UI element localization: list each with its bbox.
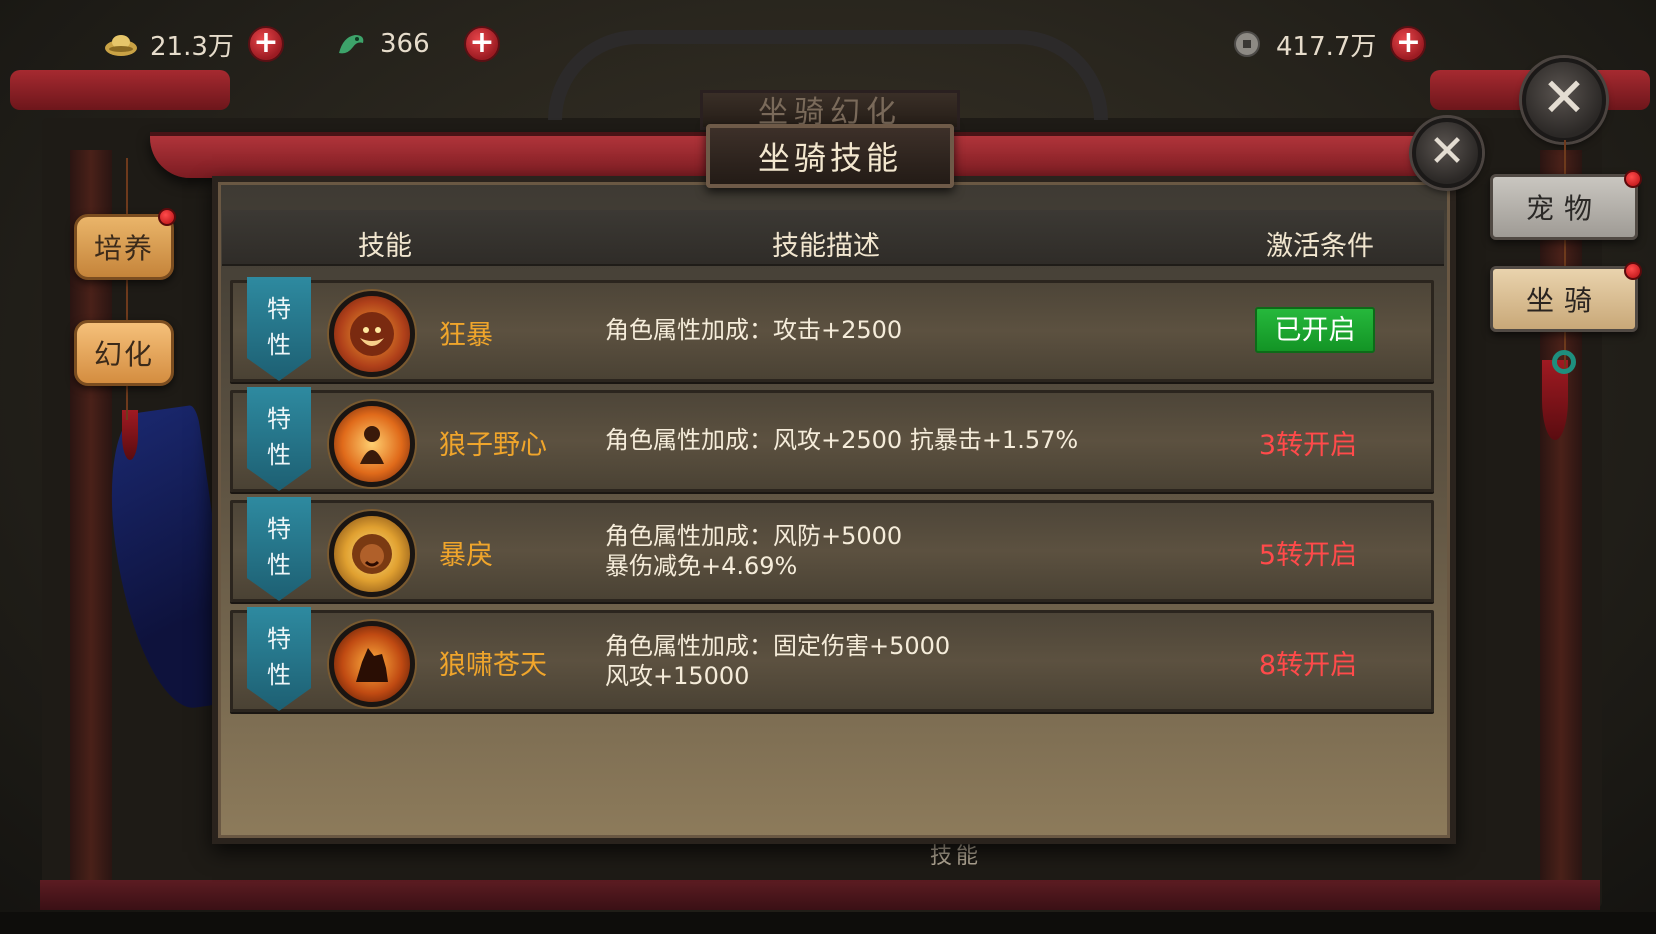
cultivate-red-dot xyxy=(158,208,176,226)
skill-description: 角色属性加成：攻击+2500 xyxy=(605,315,902,345)
trait-tag-char: 性 xyxy=(267,441,291,469)
outer-close-button[interactable]: ✕ xyxy=(1522,58,1606,142)
trait-tag-char: 性 xyxy=(267,551,291,579)
howling-wolf-icon[interactable] xyxy=(329,621,415,707)
skill-name: 暴戾 xyxy=(439,540,493,571)
close-icon: ✕ xyxy=(1541,66,1587,129)
skill-description-line: 角色属性加成：攻击+2500 xyxy=(605,316,903,344)
skill-row[interactable]: 特 性 暴戾 角色属性加成：风防+5000 暴伤减免+4.69% 5转开启 xyxy=(230,497,1434,602)
bottom-beam xyxy=(40,880,1600,910)
skill-name: 狂暴 xyxy=(439,320,493,351)
add-coin-button[interactable]: + xyxy=(1390,26,1427,62)
trait-tag-char: 特 xyxy=(267,405,291,433)
coin-value: 417.7万 xyxy=(1276,31,1377,62)
skill-description: 角色属性加成：风攻+2500 抗暴击+1.57% xyxy=(605,425,1078,455)
dialog-title-banner: 坐骑技能 xyxy=(706,124,954,188)
jade-resource: 366 + xyxy=(334,26,500,62)
roaring-lion-icon[interactable] xyxy=(329,291,415,377)
skill-description: 角色属性加成：固定伤害+5000 风攻+15000 xyxy=(605,631,950,691)
tab-pet-label: 宠物 xyxy=(1525,192,1602,225)
header-skill: 技能 xyxy=(358,231,412,262)
trait-tag-char: 性 xyxy=(267,661,291,689)
add-gold-button[interactable]: + xyxy=(247,26,284,62)
copper-coin-icon xyxy=(1230,30,1264,58)
skill-row[interactable]: 特 性 狂暴 角色属性加成：攻击+2500 已开启 xyxy=(230,277,1434,382)
trait-tag-char: 性 xyxy=(267,331,291,359)
skill-description-line: 角色属性加成：风攻+2500 抗暴击+1.57% xyxy=(605,426,1079,454)
skill-description-line: 角色属性加成：风防+5000 xyxy=(605,522,903,550)
tab-transform[interactable]: 幻化 xyxy=(74,320,174,386)
trait-ribbon: 特 性 xyxy=(247,607,311,711)
skill-description-line: 角色属性加成：固定伤害+5000 xyxy=(605,632,951,660)
tab-cultivate[interactable]: 培养 xyxy=(74,214,174,280)
bottom-strip xyxy=(0,912,1656,934)
coin-resource: 417.7万 + xyxy=(1230,26,1427,62)
skill-description-line: 风攻+15000 xyxy=(605,662,750,690)
roof-eave-left xyxy=(10,70,230,110)
close-icon: ✕ xyxy=(1428,126,1466,177)
tab-mount-label: 坐骑 xyxy=(1525,284,1602,317)
right-pillar xyxy=(1540,150,1582,890)
tab-cultivate-label: 培养 xyxy=(93,232,154,265)
skill-description: 角色属性加成：风防+5000 暴伤减免+4.69% xyxy=(605,521,902,581)
fierce-lion-icon[interactable] xyxy=(329,511,415,597)
header-condition: 激活条件 xyxy=(1266,231,1374,262)
jade-value: 366 xyxy=(380,29,430,59)
jade-bird-icon xyxy=(334,30,368,58)
dialog-title: 坐骑技能 xyxy=(757,139,902,177)
skill-row[interactable]: 特 性 狼啸苍天 角色属性加成：固定伤害+5000 风攻+15000 8转开启 xyxy=(230,607,1434,712)
mount-red-dot xyxy=(1624,262,1642,280)
gold-resource: 21.3万 + xyxy=(104,26,284,62)
skill-name: 狼啸苍天 xyxy=(439,650,547,681)
table-header: 技能 技能描述 激活条件 xyxy=(222,210,1444,266)
skill-row[interactable]: 特 性 狼子野心 角色属性加成：风攻+2500 抗暴击+1.57% 3转开启 xyxy=(230,387,1434,492)
tab-mount[interactable]: 坐骑 xyxy=(1490,266,1638,332)
trait-tag-char: 特 xyxy=(267,625,291,653)
gold-ingot-icon xyxy=(104,30,138,58)
pet-red-dot xyxy=(1624,170,1642,188)
tab-pet[interactable]: 宠物 xyxy=(1490,174,1638,240)
trait-ribbon: 特 性 xyxy=(247,277,311,381)
locked-condition: 8转开启 xyxy=(1258,650,1358,681)
tab-transform-label: 幻化 xyxy=(93,338,154,371)
gold-value: 21.3万 xyxy=(150,31,234,62)
left-tassel xyxy=(122,410,138,460)
skill-description-line: 暴伤减免+4.69% xyxy=(605,552,798,580)
add-jade-button[interactable]: + xyxy=(464,26,500,62)
flaming-warrior-icon[interactable] xyxy=(329,401,415,487)
activated-badge: 已开启 xyxy=(1255,307,1375,353)
trait-ribbon: 特 性 xyxy=(247,387,311,491)
trait-ribbon: 特 性 xyxy=(247,497,311,601)
jade-knot-ornament xyxy=(1552,350,1576,374)
header-description: 技能描述 xyxy=(772,231,880,262)
skill-name: 狼子野心 xyxy=(439,430,547,461)
locked-condition: 5转开启 xyxy=(1258,540,1358,571)
locked-condition: 3转开启 xyxy=(1258,430,1358,461)
dialog-close-button[interactable]: ✕ xyxy=(1412,118,1482,188)
trait-tag-char: 特 xyxy=(267,295,291,323)
trait-tag-char: 特 xyxy=(267,515,291,543)
